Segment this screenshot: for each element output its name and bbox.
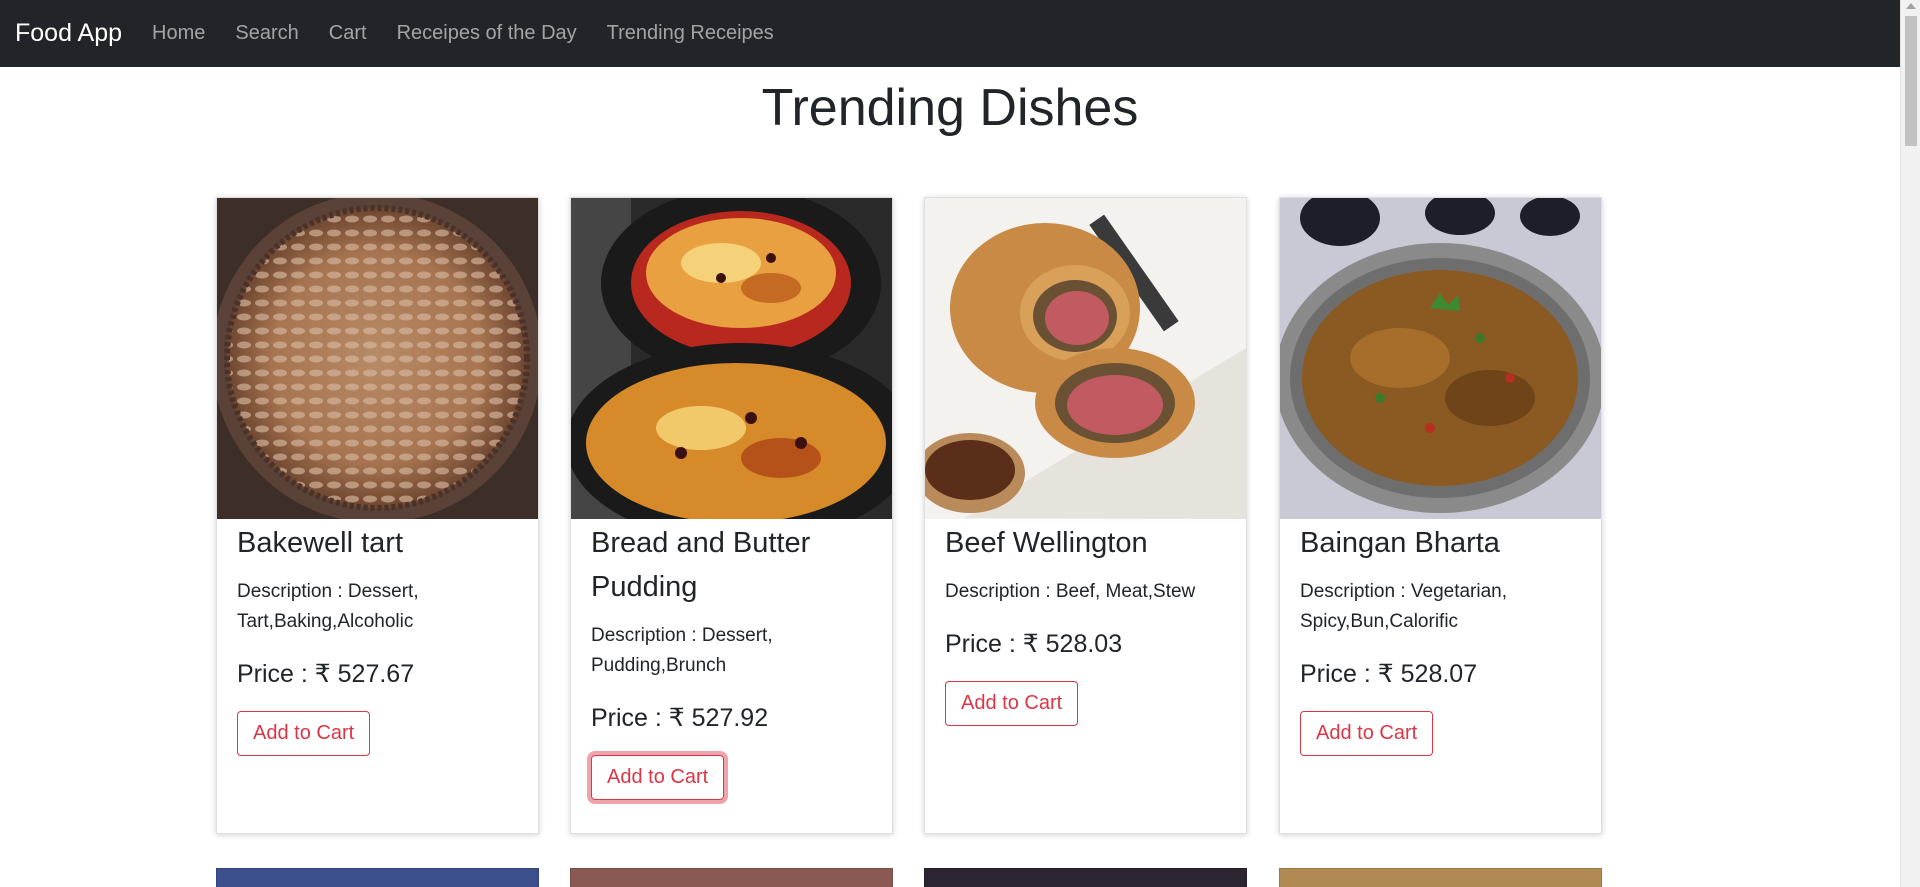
dish-description: Description : Dessert, Tart,Baking,Alcoh… bbox=[237, 581, 419, 632]
dish-card-peek bbox=[924, 868, 1247, 887]
dish-card-body: Baingan Bharta Description : Vegetarian,… bbox=[1300, 519, 1585, 756]
dish-card: Bakewell tart Description : Dessert, Tar… bbox=[216, 197, 539, 834]
dish-price: Price : ₹ 528.03 bbox=[945, 630, 1123, 658]
nav-link-search[interactable]: Search bbox=[235, 22, 298, 45]
dish-card: Bread and Butter Pudding Description : D… bbox=[570, 197, 893, 834]
dish-card-body: Bakewell tart Description : Dessert, Tar… bbox=[237, 519, 522, 756]
dish-image-bread-and-butter-pudding bbox=[571, 198, 892, 519]
dish-card: Beef Wellington Description : Beef, Meat… bbox=[924, 197, 1247, 834]
dish-price: Price : ₹ 528.07 bbox=[1300, 660, 1478, 688]
dish-price: Price : ₹ 527.92 bbox=[591, 704, 769, 732]
page-scrollbar[interactable] bbox=[1900, 0, 1920, 887]
scroll-thumb[interactable] bbox=[1905, 16, 1917, 146]
dish-card-peek bbox=[570, 868, 893, 887]
dish-description: Description : Beef, Meat,Stew bbox=[945, 581, 1196, 602]
dish-card-peek bbox=[216, 868, 539, 887]
brand-link[interactable]: Food App bbox=[15, 19, 122, 48]
scroll-up-arrow-icon[interactable] bbox=[1906, 3, 1916, 9]
page-title: Trending Dishes bbox=[761, 79, 1139, 137]
dish-description: Description : Vegetarian, Spicy,Bun,Calo… bbox=[1300, 581, 1508, 632]
add-to-cart-button[interactable]: Add to Cart bbox=[591, 755, 725, 800]
nav-link-home[interactable]: Home bbox=[152, 22, 205, 45]
nav-link-recipes-of-the-day[interactable]: Receipes of the Day bbox=[397, 22, 577, 45]
dish-card: Baingan Bharta Description : Vegetarian,… bbox=[1279, 197, 1602, 834]
dish-image-bakewell-tart bbox=[217, 198, 538, 519]
dish-description: Description : Dessert, Pudding,Brunch bbox=[591, 625, 773, 676]
dish-image-beef-wellington bbox=[925, 198, 1246, 519]
dish-card-body: Beef Wellington Description : Beef, Meat… bbox=[945, 519, 1230, 726]
nav-link-cart[interactable]: Cart bbox=[329, 22, 367, 45]
dish-title: Baingan Bharta bbox=[1300, 527, 1500, 559]
nav-link-trending-recipes[interactable]: Trending Receipes bbox=[607, 22, 774, 45]
dish-card-body: Bread and Butter Pudding Description : D… bbox=[591, 519, 876, 800]
dish-title: Bread and Butter Pudding bbox=[591, 527, 811, 603]
add-to-cart-button[interactable]: Add to Cart bbox=[1300, 711, 1434, 756]
dish-image-baingan-bharta bbox=[1280, 198, 1601, 519]
dish-price: Price : ₹ 527.67 bbox=[237, 660, 415, 688]
dish-title: Bakewell tart bbox=[237, 527, 404, 559]
dish-card-peek bbox=[1279, 868, 1602, 887]
navbar: Food App Home Search Cart Receipes of th… bbox=[0, 0, 1900, 67]
dish-title: Beef Wellington bbox=[945, 527, 1148, 559]
add-to-cart-button[interactable]: Add to Cart bbox=[945, 681, 1079, 726]
add-to-cart-button[interactable]: Add to Cart bbox=[237, 711, 371, 756]
